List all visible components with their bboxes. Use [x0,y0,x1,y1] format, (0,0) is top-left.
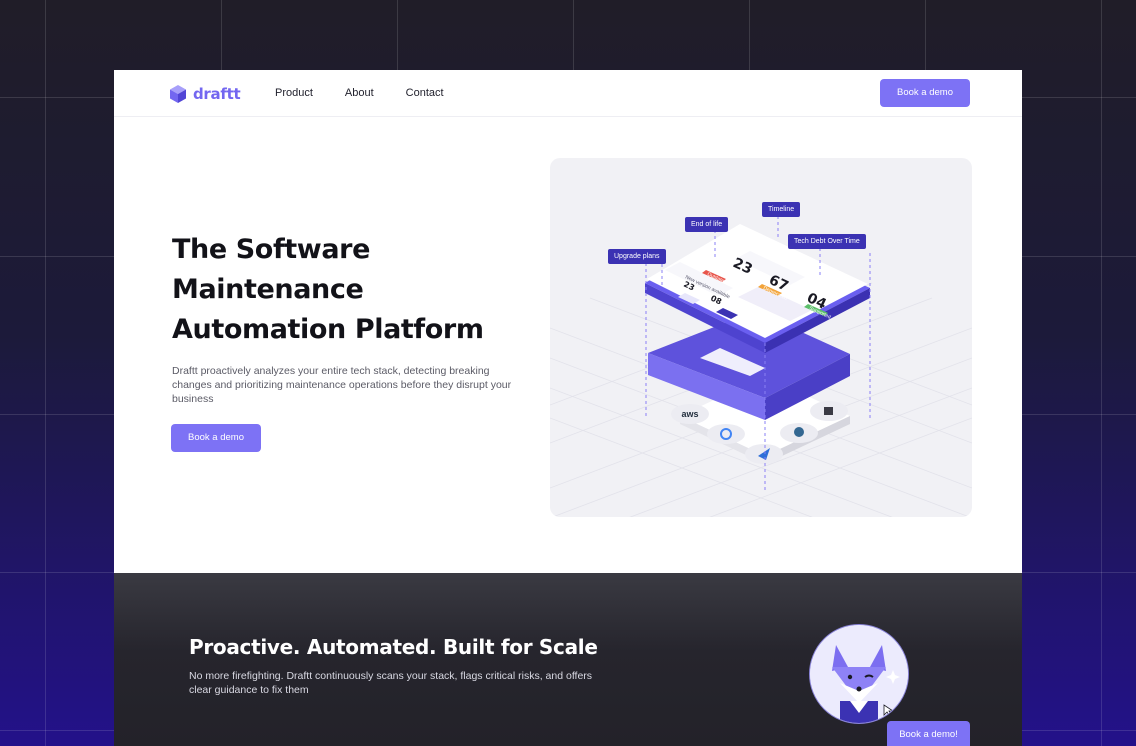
section-title: Proactive. Automated. Built for Scale [189,635,598,659]
callout-tech-debt: Tech Debt Over Time [788,234,866,249]
isometric-stack-graphic: aws 23 67 04 23 08 Outdated Deprecated S… [550,216,972,517]
fox-mascot-icon [810,625,908,723]
features-section: Proactive. Automated. Built for Scale No… [114,573,1022,746]
callout-timeline: Timeline [762,202,801,217]
nav-about[interactable]: About [345,87,374,99]
callout-end-of-life: End of life [685,217,729,232]
hero-description: Draftt proactively analyzes your entire … [172,365,512,405]
postgresql-logo [780,423,818,443]
callout-upgrade-plans: Upgrade plans [608,249,666,264]
aws-logo: aws [671,404,709,424]
hero-book-demo-button[interactable]: Book a demo [171,424,261,452]
azure-logo [745,444,783,464]
brand-logo[interactable]: draftt [168,84,241,104]
google-cloud-logo [707,424,745,444]
svg-text:aws: aws [681,409,698,419]
browser-page: draftt Product About Contact Book a demo… [114,70,1022,746]
nav-product[interactable]: Product [275,87,313,99]
nav-contact[interactable]: Contact [406,87,444,99]
fox-mascot-avatar [809,624,909,724]
cube-logo-icon [170,85,186,103]
section-description: No more firefighting. Draftt continuousl… [189,670,593,696]
platform-illustration: aws 23 67 04 23 08 Outdated Deprecated S… [550,158,972,517]
hero-title: The Software Maintenance Automation Plat… [172,234,484,345]
nav-book-demo-button[interactable]: Book a demo [880,79,970,107]
nav-links: Product About Contact [275,87,444,99]
top-nav: draftt Product About Contact Book a demo [114,70,1022,117]
brand-name: draftt [193,85,241,103]
terraform-logo [810,401,848,421]
section-book-demo-button[interactable]: Book a demo! [887,721,970,746]
